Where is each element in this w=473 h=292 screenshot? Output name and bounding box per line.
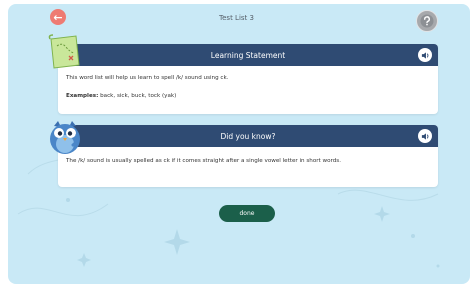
learning-statement-text: This word list will help us learn to spe… xyxy=(66,75,229,81)
help-question-icon xyxy=(420,14,434,28)
speaker-icon xyxy=(421,51,428,59)
did-you-know-text: The /k/ sound is usually spelled as ck i… xyxy=(66,158,341,164)
speaker-icon xyxy=(421,132,428,140)
did-you-know-header: Did you know? xyxy=(58,125,438,147)
examples-value: back, sick, buck, tock (yak) xyxy=(98,92,177,99)
help-button[interactable] xyxy=(416,10,438,32)
treasure-map-icon xyxy=(48,34,80,69)
learning-statement-title: Learning Statement xyxy=(210,50,286,60)
owl-mascot-icon xyxy=(50,121,80,154)
examples-line: Examples: back, sick, buck, tock (yak) xyxy=(66,93,430,101)
did-you-know-title: Did you know? xyxy=(220,131,276,141)
learning-statement-header: Learning Statement xyxy=(58,44,438,66)
did-you-know-card: Did you know? The /k/ sound is usually s… xyxy=(58,125,438,187)
learning-statement-audio-button[interactable] xyxy=(418,48,432,62)
learning-statement-card: Learning Statement This word list will h… xyxy=(58,44,438,114)
done-button[interactable]: done xyxy=(219,205,275,222)
page-title: Test List 3 xyxy=(219,14,254,22)
did-you-know-audio-button[interactable] xyxy=(418,129,432,143)
examples-label: Examples: xyxy=(66,92,99,99)
